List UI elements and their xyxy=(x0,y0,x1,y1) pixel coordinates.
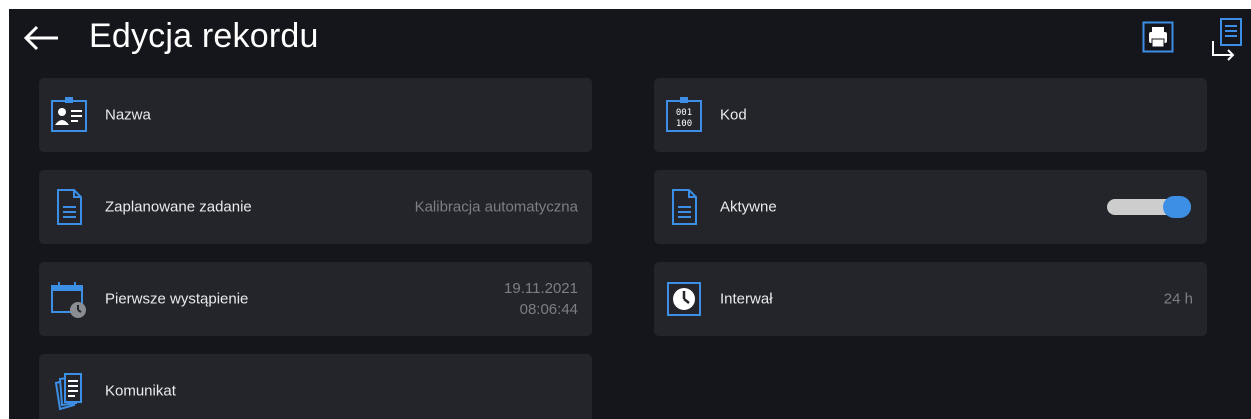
svg-text:100: 100 xyxy=(676,119,692,129)
field-label: Kod xyxy=(720,106,747,124)
page-title: Edycja rekordu xyxy=(89,17,319,55)
field-value-time: 08:06:44 xyxy=(519,301,578,318)
field-label: Zaplanowane zadanie xyxy=(105,198,252,216)
field-label: Pierwsze wystąpienie xyxy=(105,290,249,308)
active-toggle[interactable] xyxy=(1107,196,1191,218)
field-value: 24 h xyxy=(1163,290,1193,308)
field-code-tile[interactable]: 001 100 Kod xyxy=(654,78,1207,152)
field-value-date: 19.11.2021 xyxy=(504,280,578,297)
field-label: Komunikat xyxy=(105,382,176,400)
field-first-occurrence-tile[interactable]: Pierwsze wystąpienie 19.11.2021 08:06:44 xyxy=(39,262,592,336)
documents-stack-icon xyxy=(49,371,89,411)
field-message-tile[interactable]: Komunikat xyxy=(39,354,592,419)
field-interval-tile[interactable]: Interwał 24 h xyxy=(654,262,1207,336)
field-scheduled-task-tile[interactable]: Zaplanowane zadanie Kalibracja automatyc… xyxy=(39,170,592,244)
back-arrow-icon[interactable] xyxy=(21,23,61,53)
id-card-icon xyxy=(49,95,89,135)
field-value-datetime: 19.11.2021 08:06:44 xyxy=(504,278,578,320)
field-label: Nazwa xyxy=(105,106,151,124)
calendar-clock-icon xyxy=(49,279,89,319)
clock-icon xyxy=(664,279,704,319)
document-export-icon[interactable] xyxy=(1205,17,1245,61)
field-name-tile[interactable]: Nazwa xyxy=(39,78,592,152)
header-bar: Edycja rekordu xyxy=(9,9,1251,71)
document-icon xyxy=(664,187,704,227)
svg-text:001: 001 xyxy=(676,108,692,118)
field-label: Aktywne xyxy=(720,198,777,216)
printer-icon[interactable] xyxy=(1142,21,1174,53)
code-calendar-icon: 001 100 xyxy=(664,95,704,135)
field-value: Kalibracja automatyczna xyxy=(414,198,578,216)
document-icon xyxy=(49,187,89,227)
field-active-tile[interactable]: Aktywne xyxy=(654,170,1207,244)
toggle-knob xyxy=(1163,196,1191,218)
app-screen: Edycja rekordu Nazwa 001 100 Kod Zaplano… xyxy=(9,9,1251,419)
field-label: Interwał xyxy=(720,290,773,308)
